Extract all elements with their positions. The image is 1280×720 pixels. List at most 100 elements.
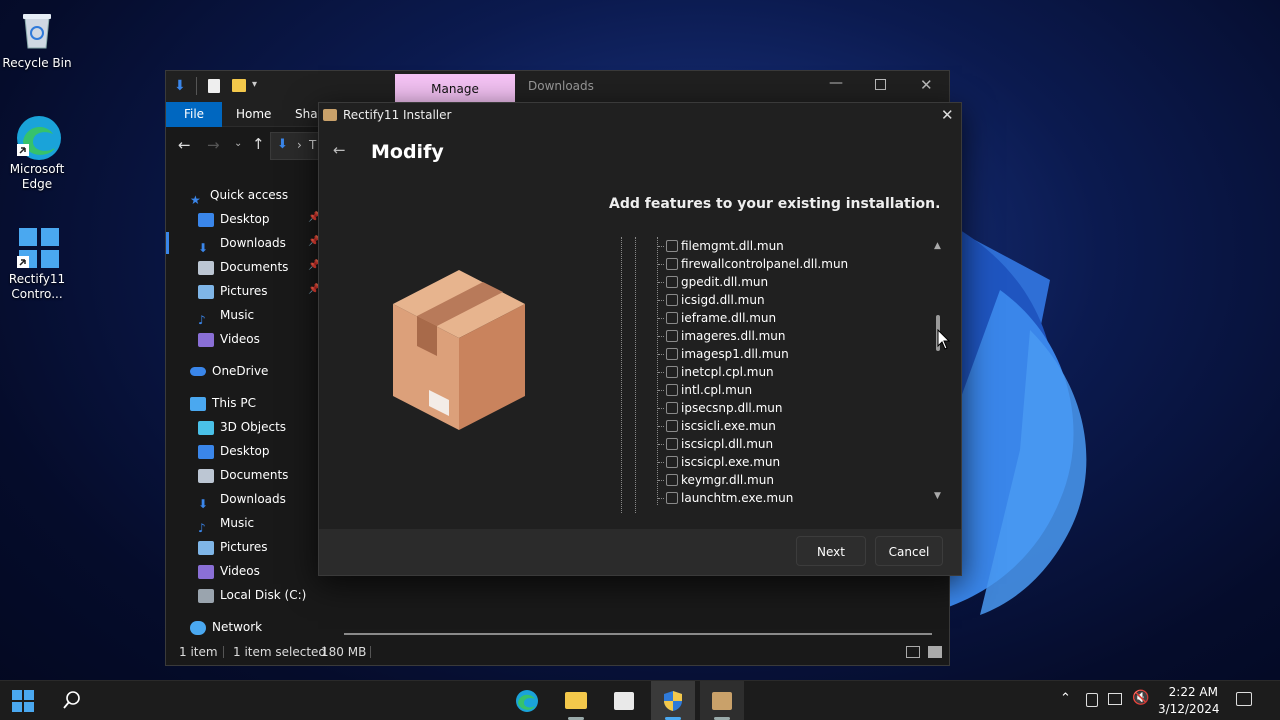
package-icon bbox=[712, 692, 732, 710]
customize-toolbar-icon[interactable]: ▾ bbox=[252, 79, 257, 90]
taskbar-security[interactable] bbox=[651, 681, 695, 720]
taskbar-edge[interactable] bbox=[505, 681, 549, 720]
download-arrow-icon: ⬇ bbox=[174, 78, 186, 94]
nav-label: This PC bbox=[212, 396, 256, 410]
checkbox[interactable] bbox=[666, 258, 678, 270]
back-arrow-icon[interactable]: ← bbox=[333, 141, 346, 159]
checkbox[interactable] bbox=[666, 240, 678, 252]
recent-locations-icon[interactable]: ⌄ bbox=[234, 138, 242, 149]
vertical-scrollbar[interactable]: ▲ ▼ bbox=[931, 241, 945, 505]
checkbox[interactable] bbox=[666, 456, 678, 468]
tree-item[interactable]: keymgr.dll.mun bbox=[615, 471, 925, 489]
taskbar-store[interactable] bbox=[602, 681, 646, 720]
ribbon-home-tab[interactable]: Home bbox=[236, 107, 271, 121]
file-name: intl.cpl.mun bbox=[681, 383, 753, 397]
tree-item[interactable]: gpedit.dll.mun bbox=[615, 273, 925, 291]
nav-this-pc[interactable]: This PC bbox=[190, 392, 256, 414]
up-arrow-icon[interactable]: ↑ bbox=[252, 135, 265, 153]
checkbox[interactable] bbox=[666, 348, 678, 360]
device-icon[interactable] bbox=[1086, 693, 1098, 707]
nav-pc-local-disk[interactable]: Local Disk (C:) bbox=[198, 584, 306, 606]
file-name: keymgr.dll.mun bbox=[681, 473, 774, 487]
properties-icon[interactable] bbox=[208, 79, 220, 93]
checkbox[interactable] bbox=[666, 330, 678, 342]
desktop-icon-edge[interactable]: Microsoft Edge bbox=[0, 114, 74, 192]
nav-onedrive[interactable]: OneDrive bbox=[190, 360, 268, 382]
nav-qa-music[interactable]: ♪ Music bbox=[198, 304, 254, 327]
scroll-up-icon[interactable]: ▲ bbox=[934, 241, 941, 251]
checkbox[interactable] bbox=[666, 474, 678, 486]
forward-arrow-icon[interactable]: → bbox=[207, 136, 220, 154]
tab-manage[interactable]: Manage bbox=[395, 74, 515, 102]
next-button[interactable]: Next bbox=[796, 536, 866, 566]
checkbox[interactable] bbox=[666, 438, 678, 450]
nav-qa-downloads[interactable]: ⬇ Downloads bbox=[198, 232, 286, 255]
ribbon-file-tab[interactable]: File bbox=[166, 102, 222, 127]
details-view-icon[interactable] bbox=[906, 646, 920, 658]
close-icon[interactable]: ✕ bbox=[941, 106, 954, 124]
tree-item[interactable]: icsigd.dll.mun bbox=[615, 291, 925, 309]
nav-qa-documents[interactable]: Documents bbox=[198, 256, 288, 278]
minimize-icon[interactable]: — bbox=[829, 75, 843, 91]
checkbox[interactable] bbox=[666, 384, 678, 396]
file-name: firewallcontrolpanel.dll.mun bbox=[681, 257, 849, 271]
computer-icon bbox=[190, 396, 206, 411]
tree-item[interactable]: inetcpl.cpl.mun bbox=[615, 363, 925, 381]
start-button[interactable] bbox=[12, 690, 34, 715]
tree-item[interactable]: firewallcontrolpanel.dll.mun bbox=[615, 255, 925, 273]
taskbar-installer[interactable] bbox=[700, 681, 744, 720]
nav-pc-videos[interactable]: Videos bbox=[198, 560, 260, 582]
new-folder-icon[interactable] bbox=[232, 79, 246, 92]
dialog-title: Rectify11 Installer bbox=[343, 108, 452, 122]
nav-pc-music[interactable]: ♪ Music bbox=[198, 512, 254, 535]
scroll-down-icon[interactable]: ▼ bbox=[934, 491, 941, 501]
tree-item[interactable]: imageres.dll.mun bbox=[615, 327, 925, 345]
close-icon[interactable]: ✕ bbox=[920, 76, 933, 94]
tree-item[interactable]: ipsecsnp.dll.mun bbox=[615, 399, 925, 417]
desktop-icon-recycle-bin[interactable]: Recycle Bin bbox=[0, 8, 74, 71]
nav-pc-3d-objects[interactable]: 3D Objects bbox=[198, 416, 286, 438]
checkbox[interactable] bbox=[666, 312, 678, 324]
volume-muted-icon[interactable]: 🔇 bbox=[1132, 690, 1149, 706]
checkbox[interactable] bbox=[666, 402, 678, 414]
desktop-icon-rectify11[interactable]: Rectify11 Contro... bbox=[0, 224, 74, 302]
tree-item[interactable]: imagesp1.dll.mun bbox=[615, 345, 925, 363]
checkbox[interactable] bbox=[666, 420, 678, 432]
maximize-icon[interactable] bbox=[875, 79, 886, 90]
nav-pc-documents[interactable]: Documents bbox=[198, 464, 288, 486]
nav-label: Desktop bbox=[220, 444, 270, 458]
nav-qa-desktop[interactable]: Desktop bbox=[198, 208, 270, 230]
checkbox[interactable] bbox=[666, 294, 678, 306]
nav-pc-desktop[interactable]: Desktop bbox=[198, 440, 270, 462]
nav-label: Documents bbox=[220, 260, 289, 274]
nav-network[interactable]: Network bbox=[190, 616, 262, 638]
tree-item[interactable]: filemgmt.dll.mun bbox=[615, 237, 925, 255]
nav-quick-access[interactable]: ★ Quick access bbox=[190, 184, 288, 207]
checkbox[interactable] bbox=[666, 492, 678, 504]
nav-pc-pictures[interactable]: Pictures bbox=[198, 536, 268, 558]
horizontal-scrollbar[interactable] bbox=[344, 633, 932, 635]
tree-item[interactable]: ieframe.dll.mun bbox=[615, 309, 925, 327]
search-button[interactable] bbox=[62, 690, 82, 713]
separator bbox=[370, 646, 371, 658]
checkbox[interactable] bbox=[666, 366, 678, 378]
tree-item[interactable]: launchtm.exe.mun bbox=[615, 489, 925, 507]
back-arrow-icon[interactable]: ← bbox=[178, 136, 191, 154]
features-tree[interactable]: filemgmt.dll.mun firewallcontrolpanel.dl… bbox=[615, 237, 947, 513]
tree-item[interactable]: intl.cpl.mun bbox=[615, 381, 925, 399]
chevron-up-icon[interactable]: ⌃ bbox=[1060, 691, 1071, 706]
notifications-icon[interactable] bbox=[1236, 692, 1252, 706]
cancel-button[interactable]: Cancel bbox=[875, 536, 943, 566]
nav-pc-downloads[interactable]: ⬇ Downloads bbox=[198, 488, 286, 511]
network-icon[interactable] bbox=[1108, 693, 1122, 705]
checkbox[interactable] bbox=[666, 276, 678, 288]
clock[interactable]: 2:22 AM 3/12/2024 bbox=[1158, 684, 1220, 718]
tree-item[interactable]: iscsicpl.dll.mun bbox=[615, 435, 925, 453]
tree-item[interactable]: iscsicpl.exe.mun bbox=[615, 453, 925, 471]
taskbar-file-explorer[interactable] bbox=[554, 681, 598, 720]
large-icons-view-icon[interactable] bbox=[928, 646, 942, 658]
nav-qa-videos[interactable]: Videos bbox=[198, 328, 260, 350]
file-name: iscsicpl.exe.mun bbox=[681, 455, 781, 469]
nav-qa-pictures[interactable]: Pictures bbox=[198, 280, 268, 302]
tree-item[interactable]: iscsicli.exe.mun bbox=[615, 417, 925, 435]
